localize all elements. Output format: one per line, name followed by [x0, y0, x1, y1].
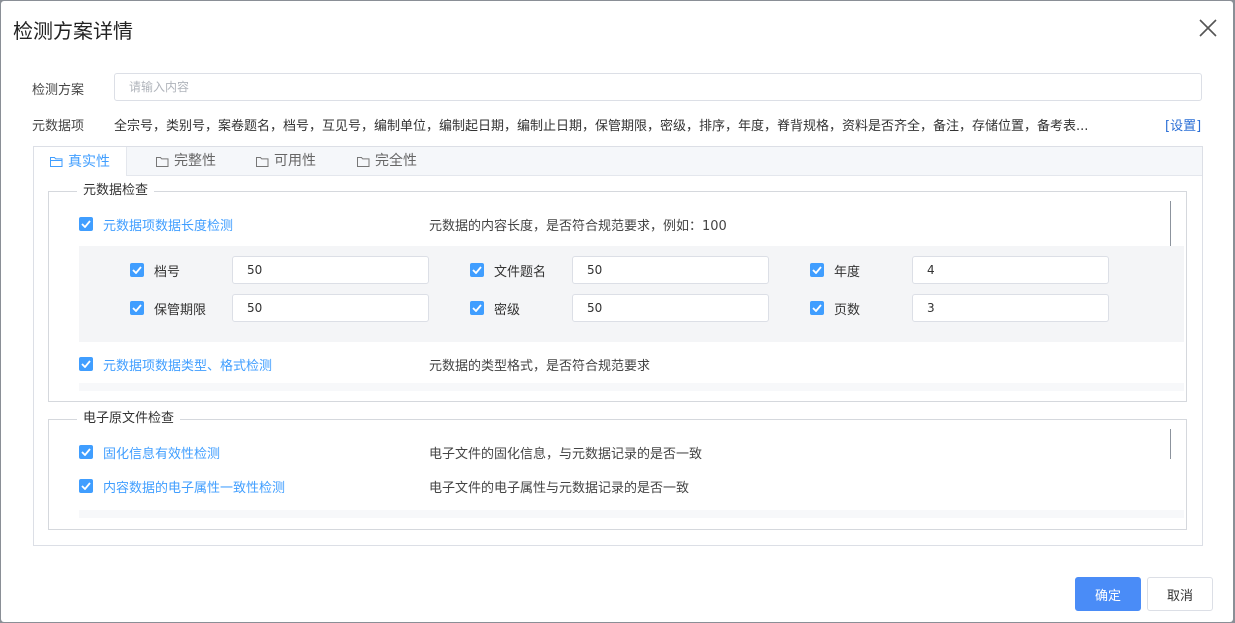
- metadata-items-text: 全宗号，类别号，案卷题名，档号，互见号，编制单位，编制起日期，编制止日期，保管期…: [114, 119, 1089, 134]
- property-check-description: 电子文件的电子属性与元数据记录的是否一致: [429, 481, 690, 496]
- property-check-checkbox[interactable]: [79, 479, 93, 493]
- tab-label: 完全性: [375, 153, 417, 169]
- field-label: 档号: [154, 264, 181, 280]
- folder-icon: [256, 156, 269, 167]
- property-check-label[interactable]: 内容数据的电子属性一致性检测: [103, 477, 285, 496]
- scroll-fade: [79, 383, 1184, 391]
- cancel-button[interactable]: 取消: [1147, 577, 1213, 611]
- file-check-fieldset: 电子原文件检查 固化信息有效性检测 电子文件的固化信息，与元数据记录的是否一致 …: [48, 410, 1187, 530]
- field-checkbox[interactable]: [130, 301, 144, 315]
- metadata-check-fieldset: 元数据检查 元数据项数据长度检测 元数据的内容长度，是否符合规范要求，例如：10…: [48, 182, 1187, 402]
- field-length-input[interactable]: [232, 256, 429, 284]
- field-length-input[interactable]: [232, 294, 429, 322]
- length-check-description: 元数据的内容长度，是否符合规范要求，例如：100: [429, 219, 727, 234]
- field-checkbox[interactable]: [810, 301, 824, 315]
- field-item: 文件题名: [470, 257, 546, 283]
- tab-bar: 真实性 完整性 可用性 完全性: [34, 147, 1202, 176]
- field-item: 档号: [130, 257, 180, 283]
- field-checkbox[interactable]: [130, 263, 144, 277]
- type-check-row: 元数据项数据类型、格式检测: [79, 355, 272, 374]
- check-tabs-panel: 真实性 完整性 可用性 完全性 元数据检查 元数据项数据长度检测 元数据的内容长…: [33, 146, 1203, 546]
- field-item: 页数: [810, 295, 860, 321]
- scheme-detail-dialog: 检测方案详情 检测方案 元数据项 全宗号，类别号，案卷题名，档号，互见号，编制单…: [1, 1, 1233, 622]
- type-check-label[interactable]: 元数据项数据类型、格式检测: [103, 355, 272, 374]
- scheme-label: 检测方案: [32, 83, 85, 98]
- file-check-legend: 电子原文件检查: [77, 410, 181, 428]
- field-label: 页数: [834, 302, 861, 318]
- field-length-input[interactable]: [912, 256, 1109, 284]
- folder-icon: [357, 156, 370, 167]
- field-length-input[interactable]: [572, 294, 769, 322]
- confirm-button[interactable]: 确定: [1075, 577, 1141, 611]
- folder-icon: [156, 156, 169, 167]
- tab-security[interactable]: 完全性: [357, 147, 417, 175]
- property-check-row: 内容数据的电子属性一致性检测: [79, 477, 285, 496]
- scrollbar[interactable]: [1170, 201, 1171, 246]
- fixity-check-description: 电子文件的固化信息，与元数据记录的是否一致: [429, 447, 703, 462]
- tab-completeness[interactable]: 完整性: [156, 147, 216, 175]
- field-length-input[interactable]: [912, 294, 1109, 322]
- type-check-description: 元数据的类型格式，是否符合规范要求: [429, 359, 651, 374]
- field-label: 密级: [494, 302, 521, 318]
- type-check-checkbox[interactable]: [79, 357, 93, 371]
- length-check-label[interactable]: 元数据项数据长度检测: [103, 215, 233, 234]
- tab-label: 可用性: [274, 153, 316, 169]
- scheme-input[interactable]: [114, 73, 1202, 101]
- tab-label: 完整性: [174, 153, 216, 169]
- field-item: 密级: [470, 295, 520, 321]
- fixity-check-checkbox[interactable]: [79, 445, 93, 459]
- fixity-check-row: 固化信息有效性检测: [79, 443, 220, 462]
- fixity-check-label[interactable]: 固化信息有效性检测: [103, 443, 220, 462]
- field-label: 年度: [834, 264, 861, 280]
- metadata-check-legend: 元数据检查: [77, 182, 155, 200]
- scrollbar[interactable]: [1170, 429, 1171, 459]
- folder-open-icon: [50, 157, 63, 167]
- field-checkbox[interactable]: [810, 263, 824, 277]
- tab-usability[interactable]: 可用性: [256, 147, 316, 175]
- field-label: 文件题名: [494, 264, 547, 280]
- field-checkbox[interactable]: [470, 301, 484, 315]
- field-length-input[interactable]: [572, 256, 769, 284]
- scroll-fade: [79, 510, 1184, 518]
- length-check-row: 元数据项数据长度检测: [79, 215, 233, 234]
- field-checkbox[interactable]: [470, 263, 484, 277]
- field-label: 保管期限: [154, 302, 207, 318]
- close-icon[interactable]: [1199, 19, 1217, 37]
- length-check-checkbox[interactable]: [79, 217, 93, 231]
- metadata-settings-link[interactable]: [设置]: [1165, 115, 1201, 134]
- field-item: 年度: [810, 257, 860, 283]
- length-fields-grid: 档号 文件题名 年度 保管期限: [79, 246, 1184, 342]
- tab-authenticity[interactable]: 真实性: [34, 147, 127, 176]
- tab-label: 真实性: [68, 153, 110, 170]
- metadata-label: 元数据项: [32, 119, 85, 134]
- field-item: 保管期限: [130, 295, 206, 321]
- dialog-title: 检测方案详情: [13, 19, 133, 43]
